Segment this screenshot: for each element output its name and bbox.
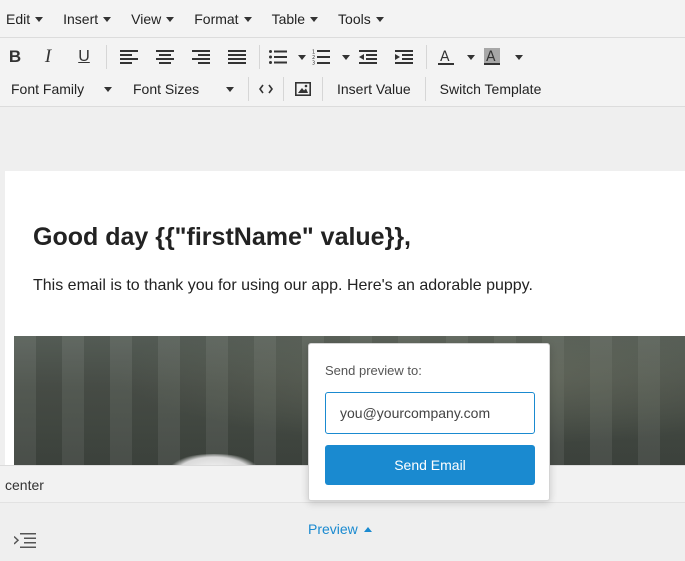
preview-toggle[interactable]: Preview — [308, 521, 372, 537]
align-right-icon — [192, 50, 210, 64]
toolbar-divider — [426, 45, 427, 69]
svg-text:A: A — [440, 49, 450, 65]
menu-view-label: View — [131, 10, 162, 27]
element-path[interactable]: center — [5, 477, 44, 493]
toolbar-divider — [322, 77, 323, 101]
background-color-icon: A — [484, 48, 500, 65]
chevron-down-icon — [310, 16, 319, 22]
insert-image-button[interactable] — [288, 75, 318, 103]
menu-format[interactable]: Format — [194, 10, 252, 27]
menu-insert-label: Insert — [63, 10, 99, 27]
chevron-down-icon — [35, 16, 44, 22]
align-left-icon — [120, 50, 138, 64]
indent-icon — [395, 50, 413, 64]
chevron-down-icon — [514, 55, 523, 60]
chevron-down-icon — [243, 16, 252, 22]
toolbar-divider — [283, 77, 284, 101]
align-center-button[interactable] — [147, 43, 183, 71]
preview-bar: Preview — [0, 503, 685, 561]
text-color-icon: A — [438, 49, 454, 65]
font-family-select[interactable]: Font Family — [0, 75, 122, 103]
preview-toggle-label: Preview — [308, 521, 358, 537]
preview-email-input[interactable] — [325, 392, 535, 434]
insert-value-label: Insert Value — [337, 81, 411, 97]
text-color-options-button[interactable] — [461, 43, 475, 71]
chevron-down-icon — [466, 55, 475, 60]
switch-template-label: Switch Template — [439, 81, 542, 97]
send-email-button[interactable]: Send Email — [325, 445, 535, 485]
send-preview-popover: Send preview to: Send Email — [308, 343, 550, 501]
menu-table[interactable]: Table — [271, 10, 319, 27]
menu-bar: Edit Insert View Format Table Tools — [0, 0, 685, 38]
image-icon — [295, 82, 311, 96]
numbered-list-options-button[interactable] — [336, 43, 350, 71]
bullet-list-button[interactable] — [264, 43, 292, 71]
chevron-down-icon — [166, 16, 175, 22]
chevron-down-icon — [341, 55, 350, 60]
background-color-button[interactable]: A — [475, 43, 509, 71]
outdent-icon — [359, 50, 377, 64]
source-code-icon — [259, 84, 273, 94]
align-center-icon — [156, 50, 174, 64]
email-body-text[interactable]: This email is to thank you for using our… — [33, 277, 533, 295]
chevron-down-icon — [103, 16, 112, 22]
align-justify-button[interactable] — [219, 43, 255, 71]
switch-template-button[interactable]: Switch Template — [430, 75, 552, 103]
text-color-button[interactable]: A — [431, 43, 461, 71]
chevron-down-icon — [226, 87, 234, 92]
chevron-down-icon — [297, 55, 306, 60]
align-justify-icon — [228, 50, 246, 64]
align-right-button[interactable] — [183, 43, 219, 71]
source-code-button[interactable] — [253, 75, 279, 103]
svg-text:A: A — [486, 49, 496, 65]
email-heading[interactable]: Good day {{"firstName" value}}, — [33, 223, 411, 252]
numbered-list-icon: 123 — [312, 50, 330, 66]
align-left-button[interactable] — [111, 43, 147, 71]
toolbar-divider — [248, 77, 249, 101]
underline-button[interactable]: U — [66, 43, 102, 71]
chevron-down-icon — [375, 16, 384, 22]
font-family-label: Font Family — [11, 81, 85, 97]
menu-format-label: Format — [194, 10, 239, 27]
toolbar-divider — [424, 77, 426, 101]
indent-button[interactable] — [386, 43, 422, 71]
menu-insert[interactable]: Insert — [63, 10, 112, 27]
outdent-button[interactable] — [350, 43, 386, 71]
svg-text:3: 3 — [312, 61, 315, 66]
toolbar-divider — [259, 45, 260, 69]
bullet-list-icon — [269, 50, 287, 64]
italic-button[interactable]: I — [30, 43, 66, 71]
insert-value-button[interactable]: Insert Value — [327, 75, 421, 103]
menu-view[interactable]: View — [131, 10, 175, 27]
menu-table-label: Table — [271, 10, 306, 27]
toolbar-row-formatting: B I U 123 A A — [0, 41, 523, 73]
chevron-up-icon — [363, 526, 372, 532]
menu-edit[interactable]: Edit — [6, 10, 44, 27]
numbered-list-button[interactable]: 123 — [306, 43, 336, 71]
indent-icon — [13, 533, 36, 548]
toolbar-row-insert: Font Family Font Sizes Insert Value Swit… — [0, 73, 551, 105]
bold-icon: B — [8, 47, 22, 66]
chevron-down-icon — [104, 87, 112, 92]
menu-tools[interactable]: Tools — [338, 11, 384, 27]
sidebar-toggle-button[interactable] — [13, 533, 36, 554]
puppy-fur-highlight — [169, 454, 259, 465]
bullet-list-options-button[interactable] — [292, 43, 306, 71]
bold-button[interactable]: B — [0, 43, 30, 71]
font-sizes-select[interactable]: Font Sizes — [122, 75, 244, 103]
toolbar-divider — [106, 45, 107, 69]
menu-edit-label: Edit — [6, 10, 31, 27]
italic-icon: I — [44, 46, 52, 67]
underline-icon: U — [78, 48, 90, 65]
background-color-options-button[interactable] — [509, 43, 523, 71]
menu-tools-label: Tools — [338, 10, 371, 27]
send-preview-label: Send preview to: — [325, 363, 422, 378]
editor-toolbar: B I U 123 A A Font Family Font Sizes Ins… — [0, 38, 685, 107]
font-sizes-label: Font Sizes — [133, 81, 200, 97]
